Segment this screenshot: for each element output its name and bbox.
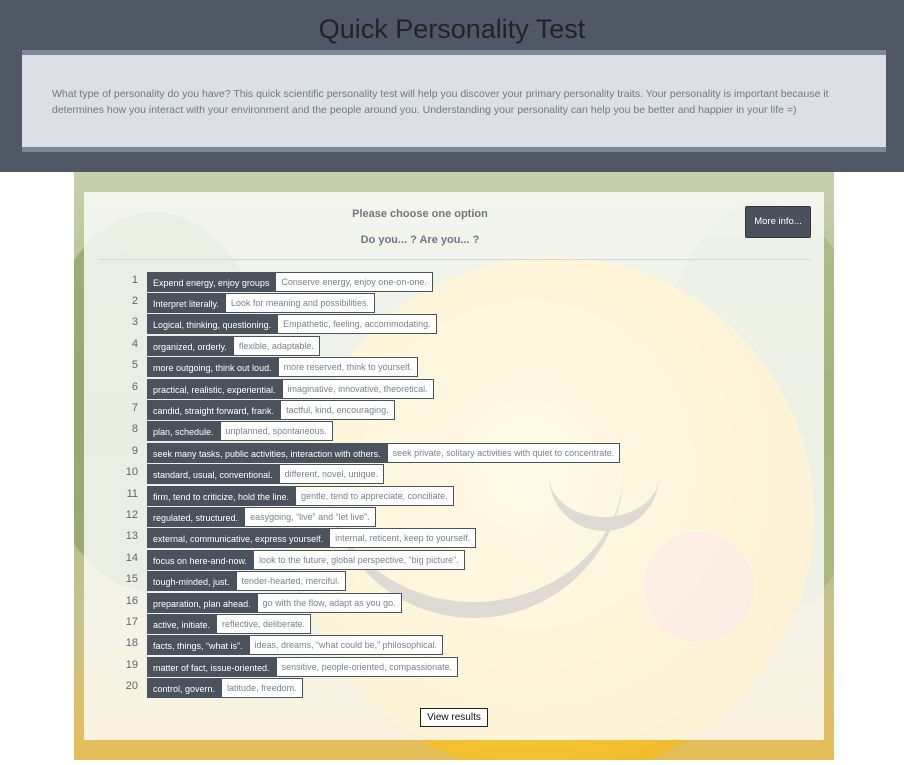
question-number: 9 — [131, 444, 138, 457]
option-a-button[interactable]: regulated, structured. — [147, 506, 245, 527]
option-b-button[interactable]: easygoing, “live” and “let live”. — [244, 506, 376, 527]
option-a-button[interactable]: organized, orderly. — [147, 335, 233, 356]
option-a-button[interactable]: Logical, thinking, questioning. — [147, 314, 278, 335]
option-b-button[interactable]: flexible, adaptable. — [232, 335, 320, 356]
question-list: 1 Expend energy, enjoy groups Conserve ene… — [114, 271, 621, 699]
option-a-button[interactable]: firm, tend to criticize, hold the line. — [147, 485, 296, 506]
option-b-button[interactable]: go with the flow, adapt as you go. — [256, 592, 402, 613]
question-text: Do you... ? Are you... ? — [360, 234, 480, 246]
question-number: 6 — [131, 380, 138, 393]
option-a-button[interactable]: Expend energy, enjoy groups — [147, 271, 276, 292]
question-number: 17 — [125, 615, 138, 628]
option-b-button[interactable]: ideas, dreams, “what could be,” philosop… — [248, 635, 444, 656]
option-b-button[interactable]: seek private, solitary activities with q… — [386, 442, 621, 463]
question-number: 7 — [131, 402, 138, 415]
option-a-button[interactable]: external, communicative, express yoursel… — [147, 528, 330, 549]
option-a-button[interactable]: Interpret literally. — [147, 293, 225, 314]
question-number: 20 — [125, 680, 138, 693]
question-row: 5 more outgoing, think out loud. more rese… — [114, 357, 620, 378]
option-a-button[interactable]: plan, schedule. — [147, 421, 220, 442]
question-row: 6 practical, realistic, experiential. imag… — [114, 378, 620, 399]
question-row: 10 standard, usual, conventional. differen… — [114, 464, 620, 485]
question-row: 4 organized, orderly. flexible, adaptable. — [114, 335, 620, 356]
option-a-button[interactable]: facts, things, “what is”. — [147, 635, 249, 656]
option-a-button[interactable]: standard, usual, conventional. — [147, 464, 279, 485]
option-b-button[interactable]: Conserve energy, enjoy one-on-one. — [275, 271, 433, 292]
question-row: 2 Interpret literally. Look for meaning an… — [114, 292, 620, 314]
divider — [98, 259, 811, 260]
intro-box: What type of personality do you have? Th… — [22, 50, 886, 152]
question-row: 17 active, initiate. reflective, deliberat… — [114, 613, 620, 634]
question-number: 3 — [131, 316, 138, 329]
option-b-button[interactable]: internal, reticent, keep to yourself. — [329, 528, 477, 549]
option-b-button[interactable]: gentle, tend to appreciate, conciliate. — [295, 485, 454, 506]
question-number: 16 — [125, 594, 138, 607]
question-row: 8 plan, schedule. unplanned, spontaneous. — [114, 421, 620, 442]
question-row: 12 regulated, structured. easygoing, “live… — [114, 506, 620, 527]
question-number: 2 — [131, 295, 138, 308]
question-row: 11 firm, tend to criticize, hold the line… — [114, 485, 620, 506]
question-row: 16 preparation, plan ahead. go with the fl… — [114, 592, 620, 613]
option-a-button[interactable]: candid, straight forward, frank. — [147, 400, 281, 421]
option-b-button[interactable]: reflective, deliberate. — [216, 613, 312, 634]
option-a-button[interactable]: control, govern. — [147, 678, 222, 699]
question-panel: Please choose one option Do you... ? Are… — [84, 192, 824, 740]
question-number: 11 — [126, 487, 138, 500]
option-a-button[interactable]: tough-minded, just. — [147, 571, 236, 592]
question-number: 5 — [131, 359, 138, 372]
page-title: Quick Personality Test — [318, 14, 586, 44]
option-a-button[interactable]: active, initiate. — [147, 613, 217, 634]
question-number: 12 — [125, 508, 138, 521]
page-header: Quick Personality Test What type of pers… — [0, 0, 904, 172]
option-a-button[interactable]: focus on here-and-now. — [147, 549, 254, 570]
question-number: 13 — [125, 530, 138, 543]
question-number: 19 — [125, 658, 138, 671]
question-number: 18 — [125, 637, 138, 650]
question-row: 20 control, govern. latitude, freedom. — [114, 677, 620, 699]
question-row: 19 matter of fact, issue-oriented. sensiti… — [114, 656, 620, 677]
option-a-button[interactable]: preparation, plan ahead. — [147, 592, 257, 613]
option-a-button[interactable]: practical, realistic, experiential. — [147, 378, 282, 399]
intro-text: What type of personality do you have? Th… — [52, 88, 829, 116]
question-number: 10 — [125, 466, 138, 479]
question-row: 14 focus on here-and-now. look to the futu… — [114, 549, 620, 570]
question-number: 1 — [131, 273, 138, 286]
option-b-button[interactable]: tender-hearted, merciful. — [235, 571, 346, 592]
option-a-button[interactable]: matter of fact, issue-oriented. — [147, 656, 276, 677]
question-row: 13 external, communicative, express yours… — [114, 528, 620, 549]
more-info-button[interactable]: More info... — [745, 206, 811, 238]
option-b-button[interactable]: latitude, freedom. — [221, 678, 303, 699]
instruction-text: Please choose one option — [352, 208, 488, 220]
question-number: 14 — [125, 551, 138, 564]
question-row: 15 tough-minded, just. tender-hearted, mer… — [114, 570, 620, 592]
option-a-button[interactable]: seek many tasks, public activities, inte… — [147, 442, 387, 463]
option-b-button[interactable]: imaginative, innovative, theoretical. — [281, 378, 434, 399]
option-b-button[interactable]: Empathetic, feeling, accommodating. — [277, 314, 437, 335]
view-results-button[interactable]: View results — [420, 708, 488, 727]
question-number: 8 — [131, 423, 138, 436]
question-number: 15 — [125, 573, 138, 586]
question-row: 1 Expend energy, enjoy groups Conserve ene… — [114, 271, 620, 292]
question-row: 3 Logical, thinking, questioning. Empathet… — [114, 314, 620, 335]
option-b-button[interactable]: tactful, kind, encouraging. — [280, 400, 395, 421]
option-b-button[interactable]: Look for meaning and possibilities. — [224, 293, 375, 314]
option-b-button[interactable]: different, novel, unique. — [278, 464, 384, 485]
question-row: 18 facts, things, “what is”. ideas, dreams… — [114, 635, 620, 656]
question-number: 4 — [131, 337, 138, 350]
option-b-button[interactable]: look to the future, global perspective, … — [253, 549, 465, 570]
option-b-button[interactable]: unplanned, spontaneous. — [219, 421, 333, 442]
question-row: 7 candid, straight forward, frank. tactful… — [114, 399, 620, 421]
option-a-button[interactable]: more outgoing, think out loud. — [147, 357, 278, 378]
question-row: 9 seek many tasks, public activities, int… — [114, 442, 621, 463]
option-b-button[interactable]: more reserved, think to yourself. — [277, 357, 419, 378]
option-b-button[interactable]: sensitive, people-oriented, compassionat… — [275, 656, 459, 677]
